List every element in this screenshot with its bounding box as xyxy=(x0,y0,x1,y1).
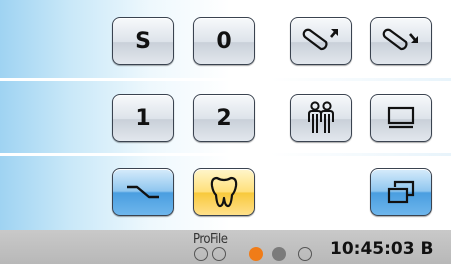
s-button[interactable]: S xyxy=(112,17,174,65)
page-dot[interactable] xyxy=(272,247,286,261)
page-dot[interactable] xyxy=(212,247,226,261)
page-dot-active[interactable] xyxy=(249,247,263,261)
two-button-label: 2 xyxy=(216,105,232,131)
status-bar: ProFile 10:45:03 B xyxy=(0,230,451,264)
curve-icon xyxy=(127,185,159,199)
patient-button[interactable] xyxy=(290,94,352,142)
row-divider xyxy=(0,153,451,156)
clock-suffix: B xyxy=(420,239,434,259)
chair-up-button[interactable] xyxy=(290,17,352,65)
zero-button[interactable]: 0 xyxy=(193,17,255,65)
tooth-icon xyxy=(210,176,238,208)
monitor-icon xyxy=(387,106,415,129)
page-dot[interactable] xyxy=(194,247,208,261)
chair-down-icon xyxy=(382,28,418,51)
two-button[interactable]: 2 xyxy=(193,94,255,142)
zero-button-label: 0 xyxy=(216,28,232,54)
s-button-label: S xyxy=(135,28,151,54)
patient-icon xyxy=(308,101,334,133)
clock: 10:45:03 B xyxy=(330,239,433,259)
profile-label: ProFile xyxy=(193,232,228,247)
row-divider xyxy=(0,78,451,81)
curve-button[interactable] xyxy=(112,168,174,216)
control-panel: S 0 1 2 xyxy=(0,0,451,230)
clock-time: 10:45:03 xyxy=(330,239,415,259)
monitor-button[interactable] xyxy=(370,94,432,142)
one-button[interactable]: 1 xyxy=(112,94,174,142)
windows-icon xyxy=(387,180,415,204)
chair-down-button[interactable] xyxy=(370,17,432,65)
one-button-label: 1 xyxy=(135,105,151,131)
page-dot[interactable] xyxy=(298,247,312,261)
tooth-button[interactable] xyxy=(193,168,255,216)
chair-up-icon xyxy=(302,28,338,51)
windows-button[interactable] xyxy=(370,168,432,216)
